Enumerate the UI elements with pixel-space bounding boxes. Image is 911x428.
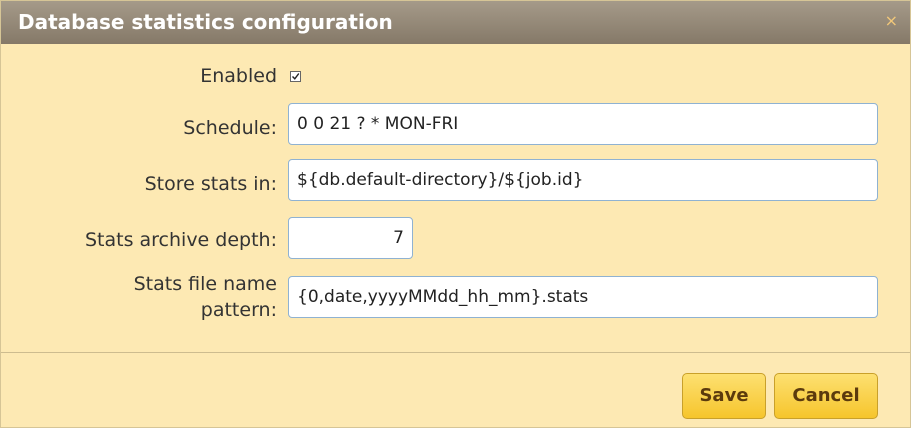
file-pattern-label-line2: pattern:: [200, 299, 277, 321]
checkmark-icon: [292, 73, 300, 80]
dialog-titlebar[interactable]: Database statistics configuration ×: [1, 1, 910, 44]
file-pattern-label-line1: Stats file name: [133, 273, 277, 295]
archive-depth-label: Stats archive depth:: [84, 229, 277, 251]
dialog-title: Database statistics configuration: [18, 10, 393, 34]
schedule-input[interactable]: 0 0 21 ? * MON-FRI: [288, 103, 878, 145]
store-stats-input[interactable]: ${db.default-directory}/${job.id}: [288, 159, 878, 201]
schedule-label: Schedule:: [183, 117, 277, 139]
file-pattern-input[interactable]: {0,date,yyyyMMdd_hh_mm}.stats: [288, 276, 878, 318]
enabled-label: Enabled: [200, 65, 277, 87]
footer-divider: [1, 352, 910, 353]
cancel-button[interactable]: Cancel: [774, 373, 878, 419]
config-dialog: Database statistics configuration × Enab…: [0, 0, 911, 428]
save-button[interactable]: Save: [682, 373, 766, 419]
enabled-checkbox[interactable]: [290, 71, 301, 82]
store-stats-label: Store stats in:: [144, 173, 277, 195]
close-icon[interactable]: ×: [885, 13, 898, 29]
archive-depth-input[interactable]: 7: [288, 217, 413, 259]
